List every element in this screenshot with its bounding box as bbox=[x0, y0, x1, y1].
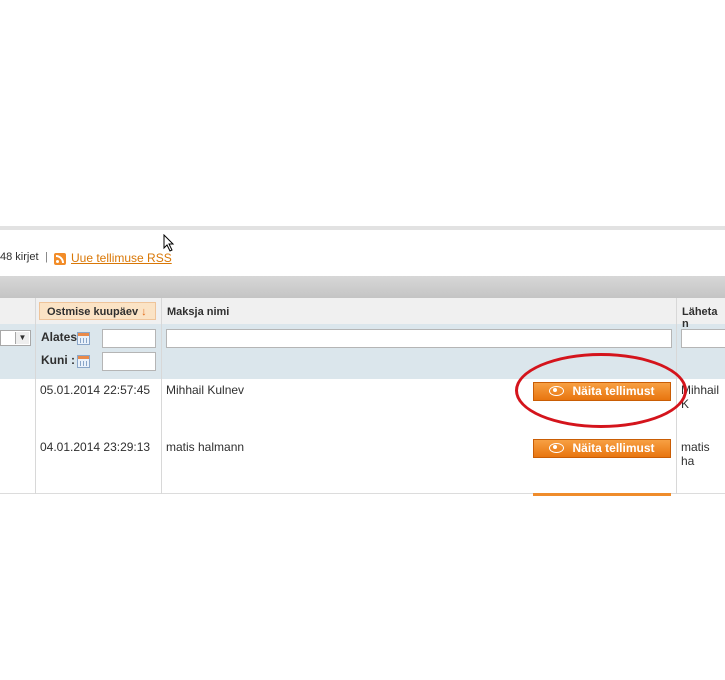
column-header-payer-name[interactable]: Maksja nimi bbox=[167, 306, 229, 318]
date-to-input[interactable] bbox=[102, 352, 156, 371]
column-header-purchase-date[interactable]: Ostmise kuupäev ↓ bbox=[39, 302, 156, 320]
view-order-button[interactable]: Näita tellimust bbox=[533, 439, 671, 458]
column-header-ship-to[interactable]: Läheta n bbox=[682, 306, 725, 330]
calendar-icon[interactable] bbox=[77, 332, 90, 345]
blank-area bbox=[0, 496, 725, 680]
ship-to-name: Mihhail K bbox=[681, 383, 720, 411]
toolbar-separator: | bbox=[45, 251, 48, 263]
order-date: 05.01.2014 22:57:45 bbox=[40, 383, 151, 397]
column-divider bbox=[35, 298, 36, 494]
column-header-label: Ostmise kuupäev bbox=[47, 306, 139, 318]
sort-arrow-icon: ↓ bbox=[141, 306, 147, 318]
payer-name: matis halmann bbox=[166, 440, 245, 454]
payer-name: Mihhail Kulnev bbox=[166, 383, 245, 397]
grid-header-band bbox=[0, 276, 725, 298]
date-from-input[interactable] bbox=[102, 329, 156, 348]
column-divider bbox=[161, 298, 162, 494]
rss-icon[interactable] bbox=[54, 253, 66, 265]
payer-name-filter-input[interactable] bbox=[166, 329, 672, 348]
highlight-ellipse bbox=[515, 353, 687, 428]
records-count: 48 kirjet bbox=[0, 251, 39, 263]
mouse-cursor-icon bbox=[163, 234, 175, 252]
status-filter-select[interactable]: ▼ bbox=[0, 330, 31, 346]
date-from-label: Alates bbox=[41, 330, 78, 344]
ship-to-filter-input[interactable] bbox=[681, 329, 725, 348]
date-to-label: Kuni : bbox=[41, 353, 75, 367]
calendar-icon[interactable] bbox=[77, 355, 90, 368]
chevron-down-icon: ▼ bbox=[15, 332, 29, 344]
view-order-label: Näita tellimust bbox=[572, 441, 655, 455]
page-divider bbox=[0, 226, 725, 230]
ship-to-name: matis ha bbox=[681, 440, 710, 468]
order-date: 04.01.2014 23:29:13 bbox=[40, 440, 151, 454]
rss-link[interactable]: Uue tellimuse RSS bbox=[71, 251, 172, 265]
eye-icon bbox=[549, 442, 565, 453]
